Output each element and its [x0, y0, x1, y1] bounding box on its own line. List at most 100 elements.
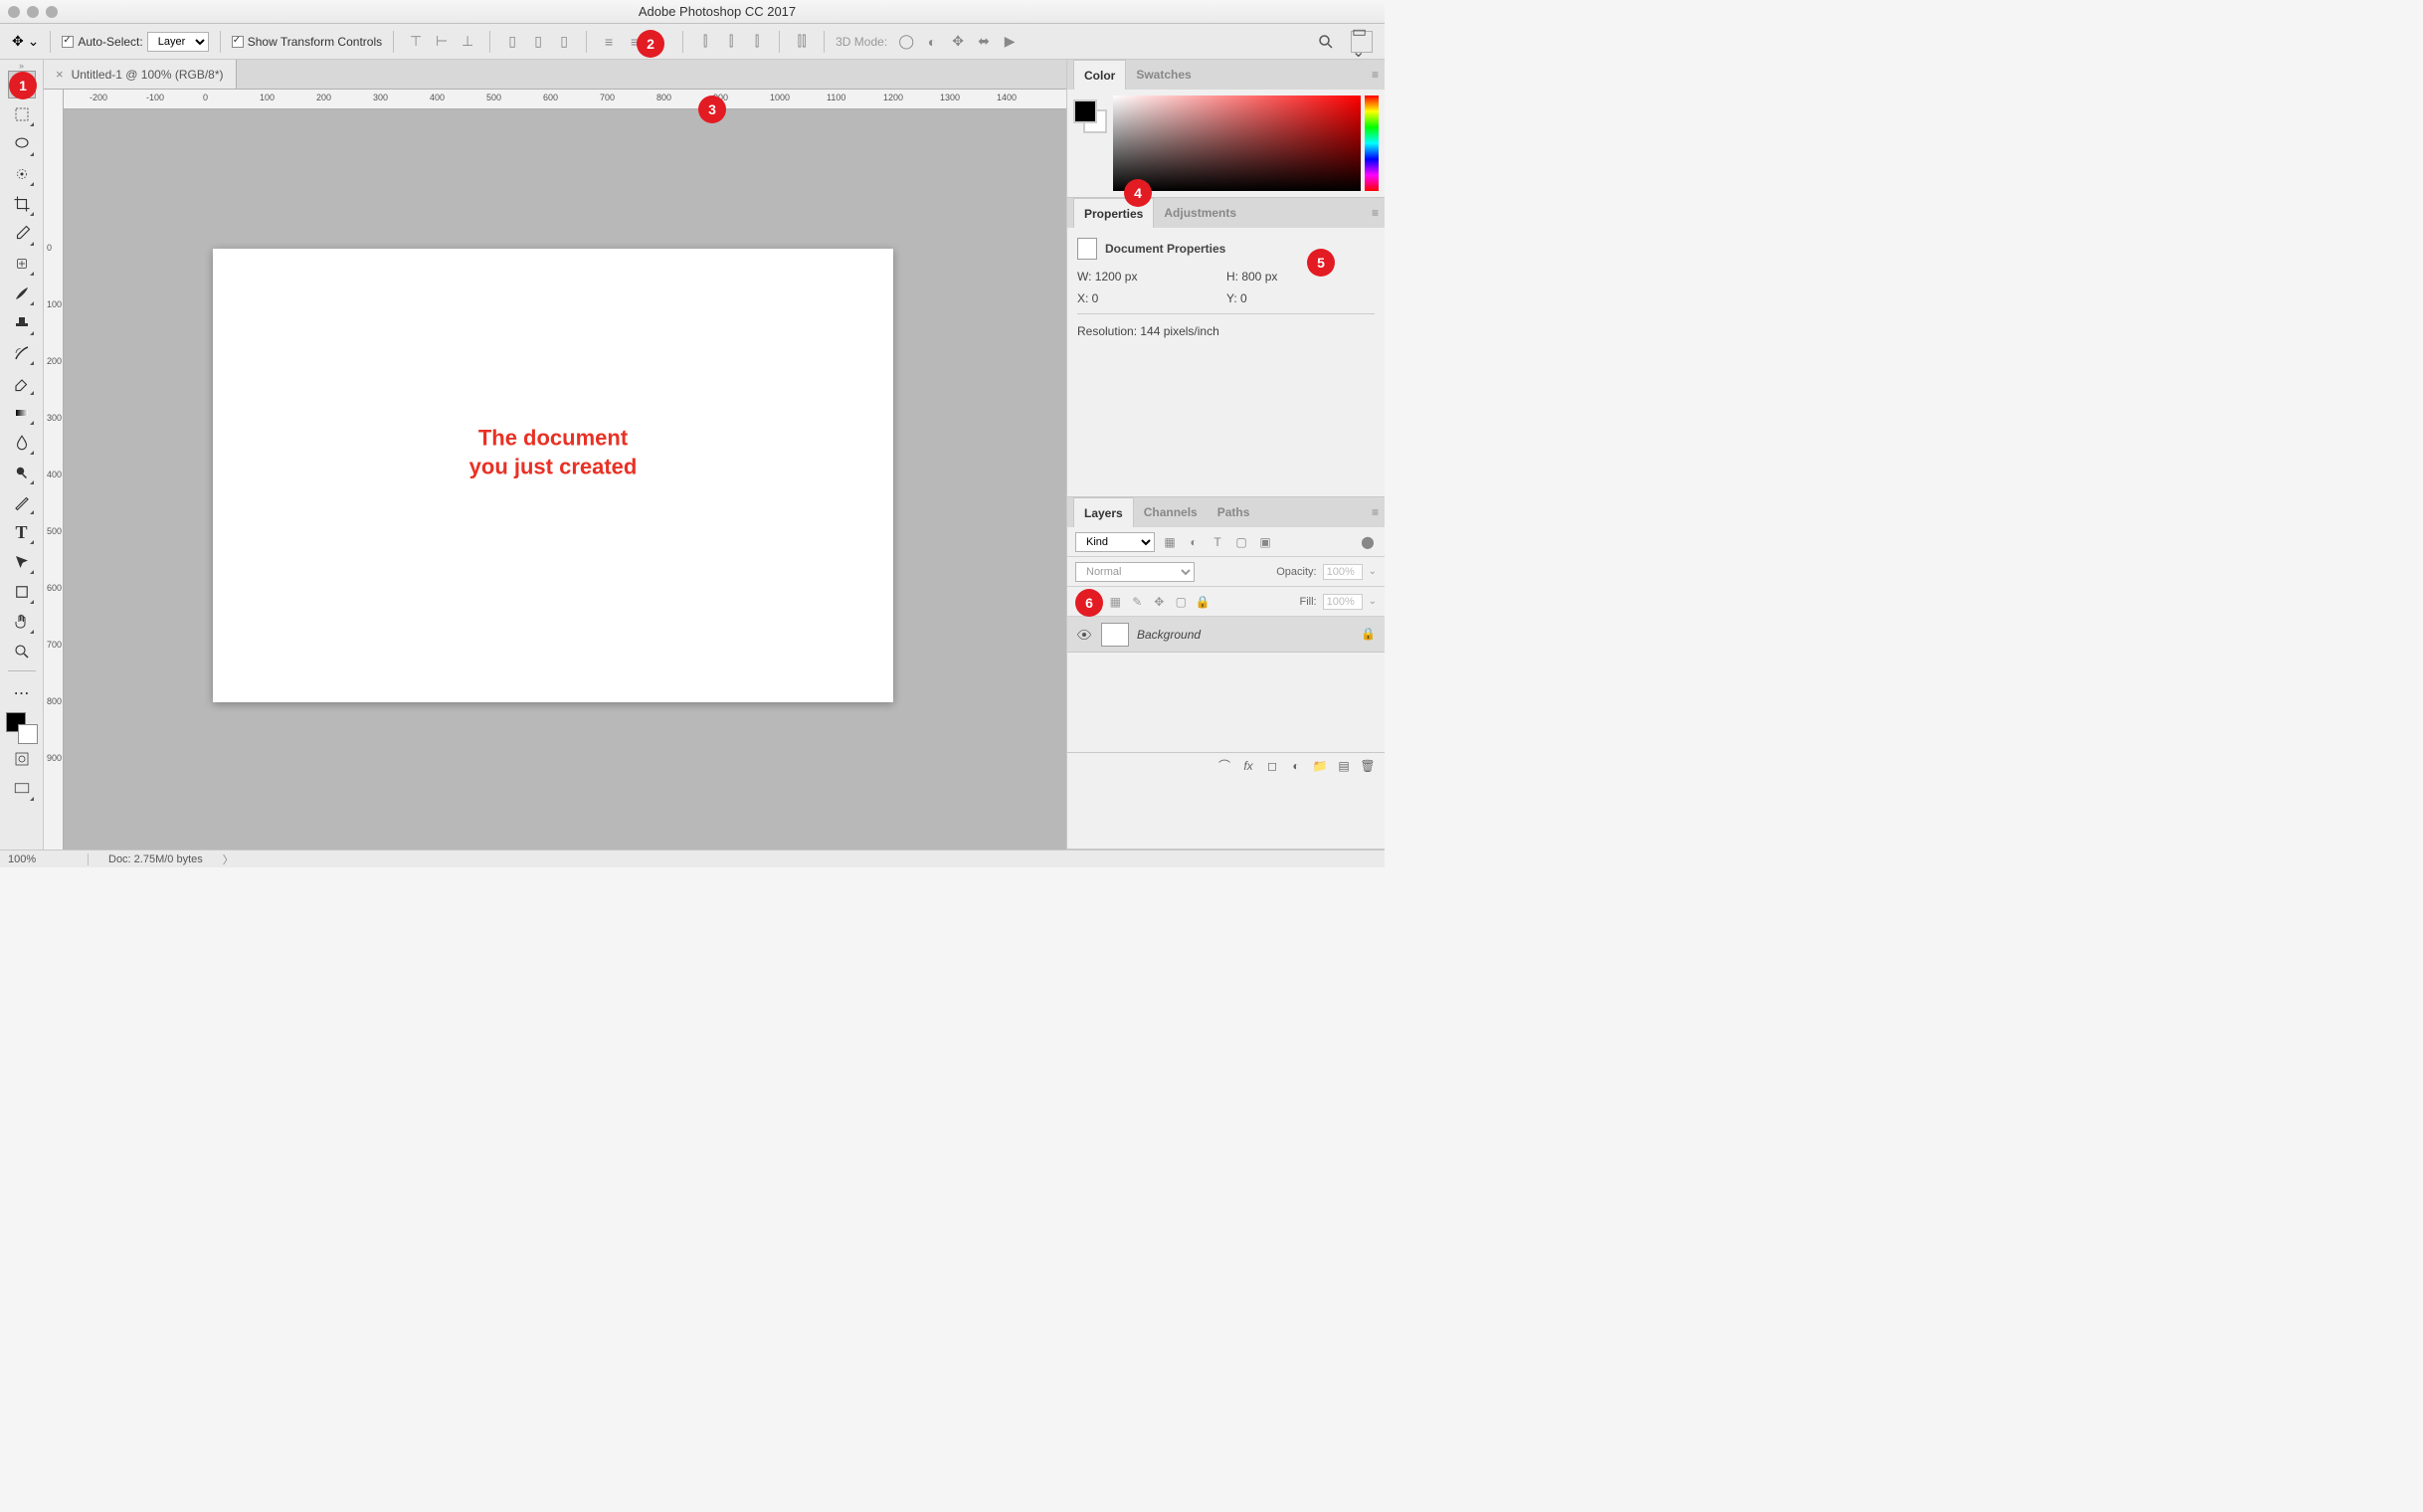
add-mask-icon[interactable]: ◻ — [1263, 757, 1281, 775]
hand-tool[interactable] — [8, 608, 36, 636]
align-right-icon[interactable]: ▯ — [553, 31, 575, 53]
color-tab[interactable]: Color — [1073, 60, 1126, 90]
auto-select-checkbox[interactable] — [62, 36, 74, 48]
blur-tool[interactable] — [8, 429, 36, 457]
color-panel-menu-icon[interactable]: ≡ — [1372, 68, 1379, 82]
filter-type-icon[interactable]: T — [1209, 533, 1226, 551]
healing-tool[interactable] — [8, 250, 36, 278]
paths-tab[interactable]: Paths — [1208, 497, 1260, 527]
panel-collapse-icon[interactable]: » — [13, 62, 31, 70]
eraser-tool[interactable] — [8, 369, 36, 397]
doc-tab[interactable]: × Untitled-1 @ 100% (RGB/8*) — [44, 60, 237, 89]
dist-hcenter-icon[interactable]: ⫿ — [720, 31, 742, 53]
close-tab-icon[interactable]: × — [56, 67, 64, 82]
window-maximize[interactable] — [46, 6, 58, 18]
layer-filter-kind[interactable]: Kind — [1075, 532, 1155, 552]
color-swatch-tool[interactable] — [6, 712, 38, 744]
stamp-tool[interactable] — [8, 309, 36, 337]
dist-right-icon[interactable]: ⫿ — [746, 31, 768, 53]
3d-orbit-icon: ◯ — [895, 31, 917, 53]
props-width: W: 1200 px — [1077, 270, 1187, 284]
zoom-tool[interactable] — [8, 638, 36, 665]
lock-transparency-icon[interactable]: ▦ — [1107, 594, 1123, 610]
auto-select-label: Auto-Select: — [78, 35, 142, 49]
document-area: × Untitled-1 @ 100% (RGB/8*) -100-200010… — [44, 60, 1066, 850]
lasso-tool[interactable] — [8, 130, 36, 158]
brush-tool[interactable] — [8, 280, 36, 307]
show-transform-checkbox[interactable] — [232, 36, 244, 48]
delete-layer-icon[interactable]: 🗑 — [1359, 757, 1377, 775]
history-brush-tool[interactable] — [8, 339, 36, 367]
lock-position-icon[interactable]: ✥ — [1151, 594, 1167, 610]
add-adjustment-icon[interactable]: ◐ — [1287, 757, 1305, 775]
swatches-tab[interactable]: Swatches — [1126, 60, 1201, 90]
marquee-tool[interactable] — [8, 100, 36, 128]
shape-tool[interactable] — [8, 578, 36, 606]
auto-select-dropdown[interactable]: Layer — [147, 32, 209, 52]
move-tool-icon[interactable]: ✥ ⌄ — [12, 33, 39, 50]
background-color[interactable] — [18, 724, 38, 744]
filter-shape-icon[interactable]: ▢ — [1232, 533, 1250, 551]
window-minimize[interactable] — [27, 6, 39, 18]
workspace-switcher-icon[interactable]: ▭ ⌄ — [1351, 31, 1373, 53]
hue-strip[interactable] — [1365, 95, 1379, 191]
lock-all-icon[interactable]: 🔒 — [1195, 594, 1211, 610]
lock-artboard-icon[interactable]: ▢ — [1173, 594, 1189, 610]
color-swatch-pair[interactable] — [1073, 95, 1109, 191]
ruler-corner — [44, 90, 64, 109]
filter-toggle-icon[interactable]: ⬤ — [1359, 533, 1377, 551]
annotation-5: 5 — [1307, 249, 1335, 277]
dodge-tool[interactable] — [8, 459, 36, 486]
layers-tab[interactable]: Layers — [1073, 497, 1134, 527]
align-hcenter-icon[interactable]: ▯ — [527, 31, 549, 53]
auto-align-icon[interactable]: ⫿⫿ — [791, 31, 813, 53]
pen-tool[interactable] — [8, 488, 36, 516]
filter-smart-icon[interactable]: ▣ — [1256, 533, 1274, 551]
align-top-icon[interactable]: ⊤ — [405, 31, 427, 53]
align-bottom-icon[interactable]: ⊥ — [457, 31, 478, 53]
props-y: Y: 0 — [1226, 291, 1336, 305]
background-layer-row[interactable]: Background 🔒 — [1067, 617, 1385, 653]
edit-toolbar-icon[interactable]: ⋯ — [8, 679, 36, 707]
ruler-vertical[interactable]: 0100200300400500600700800900 — [44, 109, 64, 850]
quick-select-tool[interactable] — [8, 160, 36, 188]
zoom-level[interactable]: 100% — [8, 853, 68, 865]
link-layers-icon[interactable]: ⌒ — [1215, 757, 1233, 775]
color-panel: Color Swatches ≡ — [1067, 60, 1385, 198]
path-select-tool[interactable] — [8, 548, 36, 576]
blend-mode-select[interactable]: Normal — [1075, 562, 1195, 582]
new-layer-icon[interactable]: ▤ — [1335, 757, 1353, 775]
dist-top-icon[interactable]: ≡ — [598, 31, 620, 53]
crop-tool[interactable] — [8, 190, 36, 218]
window-close[interactable] — [8, 6, 20, 18]
layer-visibility-icon[interactable] — [1075, 626, 1093, 644]
3d-pan-icon: ✥ — [947, 31, 969, 53]
lock-pixels-icon[interactable]: ✎ — [1129, 594, 1145, 610]
align-vcenter-icon[interactable]: ⊢ — [431, 31, 453, 53]
channels-tab[interactable]: Channels — [1134, 497, 1208, 527]
canvas[interactable]: The document you just created — [213, 249, 893, 702]
filter-pixel-icon[interactable]: ▦ — [1161, 533, 1179, 551]
properties-panel-menu-icon[interactable]: ≡ — [1372, 206, 1379, 220]
layers-panel-menu-icon[interactable]: ≡ — [1372, 505, 1379, 519]
doc-info[interactable]: Doc: 2.75M/0 bytes — [108, 853, 203, 865]
filter-adjust-icon[interactable]: ◐ — [1185, 533, 1203, 551]
adjustments-tab[interactable]: Adjustments — [1154, 198, 1246, 228]
ruler-horizontal[interactable]: -100-20001002003004005006007008009001000… — [64, 90, 1066, 109]
opacity-input[interactable] — [1323, 564, 1363, 580]
layer-thumbnail[interactable] — [1101, 623, 1129, 647]
gradient-tool[interactable] — [8, 399, 36, 427]
eyedropper-tool[interactable] — [8, 220, 36, 248]
props-x: X: 0 — [1077, 291, 1187, 305]
layer-locked-icon[interactable]: 🔒 — [1361, 627, 1377, 643]
screen-mode-icon[interactable] — [8, 775, 36, 803]
fill-input[interactable] — [1323, 594, 1363, 610]
dist-left-icon[interactable]: ⫿ — [694, 31, 716, 53]
layer-fx-icon[interactable]: fx — [1239, 757, 1257, 775]
type-tool[interactable]: T — [8, 518, 36, 546]
color-field[interactable] — [1113, 95, 1361, 191]
align-left-icon[interactable]: ▯ — [501, 31, 523, 53]
search-icon[interactable] — [1315, 31, 1337, 53]
quick-mask-icon[interactable] — [8, 745, 36, 773]
new-group-icon[interactable]: 📁 — [1311, 757, 1329, 775]
